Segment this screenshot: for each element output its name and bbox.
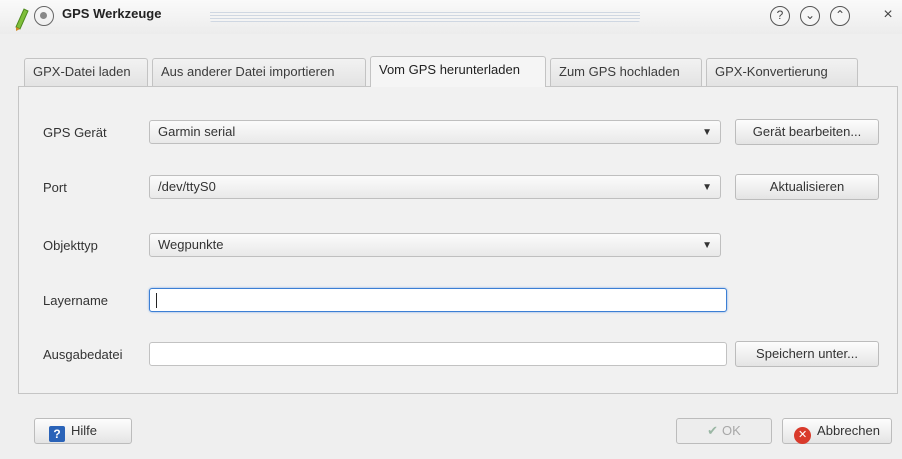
cancel-button[interactable]: ✕ Abbrechen: [782, 418, 892, 444]
pencil-icon: [15, 8, 29, 31]
gps-device-select[interactable]: Garmin serial ▼: [149, 120, 721, 144]
help-icon: ?: [49, 426, 65, 442]
save-as-button[interactable]: Speichern unter...: [735, 341, 879, 367]
minimize-button[interactable]: ⌄: [800, 6, 820, 26]
gps-device-value: Garmin serial: [158, 124, 236, 139]
download-panel: GPS Gerät Garmin serial ▼ Gerät bearbeit…: [18, 86, 898, 394]
ok-button-label: OK: [722, 423, 741, 438]
text-caret: [156, 293, 157, 308]
tab-gpx-load[interactable]: GPX-Datei laden: [24, 58, 148, 86]
port-select[interactable]: /dev/ttyS0 ▼: [149, 175, 721, 199]
help-title-button[interactable]: ?: [770, 6, 790, 26]
output-file-input[interactable]: [149, 342, 727, 366]
window-title: GPS Werkzeuge: [62, 6, 162, 21]
ok-button[interactable]: ✔ OK: [676, 418, 772, 444]
gps-device-label: GPS Gerät: [43, 125, 107, 140]
tab-download[interactable]: Vom GPS herunterladen: [370, 56, 546, 87]
gps-tools-dialog: GPS Werkzeuge ? ⌄ ⌃ × GPX-Datei laden Au…: [0, 0, 902, 459]
tab-conversion[interactable]: GPX-Konvertierung: [706, 58, 858, 86]
layer-name-input[interactable]: [149, 288, 727, 312]
object-type-select[interactable]: Wegpunkte ▼: [149, 233, 721, 257]
title-grip: [210, 10, 640, 22]
help-button-label: Hilfe: [71, 423, 98, 438]
chevron-down-icon: ▼: [702, 240, 712, 251]
tab-upload[interactable]: Zum GPS hochladen: [550, 58, 702, 86]
chevron-down-icon: ▼: [702, 182, 712, 193]
layer-name-label: Layername: [43, 293, 109, 308]
title-bar[interactable]: GPS Werkzeuge ? ⌄ ⌃ ×: [0, 0, 902, 34]
port-label: Port: [43, 180, 67, 195]
close-button[interactable]: ×: [878, 6, 898, 26]
object-type-label: Objekttyp: [43, 238, 98, 253]
tab-bar: GPX-Datei laden Aus anderer Datei import…: [18, 56, 898, 88]
cancel-button-label: Abbrechen: [817, 423, 880, 438]
help-button[interactable]: ? Hilfe: [34, 418, 132, 444]
edit-device-button[interactable]: Gerät bearbeiten...: [735, 119, 879, 145]
refresh-button[interactable]: Aktualisieren: [735, 174, 879, 200]
chevron-down-icon: ▼: [702, 127, 712, 138]
output-file-label: Ausgabedatei: [43, 347, 123, 362]
tab-import[interactable]: Aus anderer Datei importieren: [152, 58, 366, 86]
checkmark-icon: ✔: [707, 423, 719, 438]
maximize-button[interactable]: ⌃: [830, 6, 850, 26]
port-value: /dev/ttyS0: [158, 179, 216, 194]
cancel-icon: ✕: [794, 427, 812, 444]
object-type-value: Wegpunkte: [158, 237, 224, 252]
window-menu-icon[interactable]: [34, 6, 54, 26]
